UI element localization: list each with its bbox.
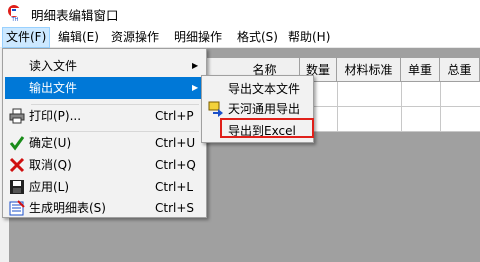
submenu-arrow-icon: ▶ (192, 61, 199, 70)
menu-item-label: 确定(U) (29, 136, 72, 150)
grid-header-total-weight[interactable]: 总重 (440, 58, 480, 82)
window-title: 明细表编辑窗口 (31, 8, 119, 23)
menu-item-shortcut: Ctrl+P (155, 109, 194, 123)
highlight-annotation-box (220, 118, 314, 138)
file-menu-item-import[interactable]: 读入文件 ▶ (5, 55, 204, 77)
menu-detail-ops[interactable]: 明细操作 (171, 27, 225, 48)
export-item-tianhe[interactable]: 天河通用导出 (204, 98, 311, 120)
grid-col-line (440, 82, 441, 132)
file-menu-item-apply[interactable]: 应用(L) Ctrl+L (5, 176, 204, 198)
menu-item-label: 天河通用导出 (228, 102, 301, 116)
export-item-text-file[interactable]: 导出文本文件 (204, 78, 311, 100)
grid-header-unit-weight[interactable]: 单重 (401, 58, 440, 82)
menu-format[interactable]: 格式(S) (234, 27, 281, 48)
menu-edit[interactable]: 编辑(E) (55, 27, 102, 48)
title-bar: TH 明细表编辑窗口 (0, 0, 480, 27)
generate-icon (9, 200, 25, 216)
menu-help[interactable]: 帮助(H) (285, 27, 333, 48)
app-logo-icon: TH (8, 5, 20, 22)
menu-file[interactable]: 文件(F) (2, 27, 51, 48)
menu-resource-ops[interactable]: 资源操作 (108, 27, 162, 48)
cancel-icon (9, 157, 25, 173)
menu-item-label: 读入文件 (29, 59, 78, 73)
menu-item-shortcut: Ctrl+Q (155, 158, 196, 172)
file-menu-dropdown: 读入文件 ▶ 输出文件 ▶ 打印(P)... Ctrl+P 确定(U) Ctrl… (2, 48, 207, 218)
file-menu-item-cancel[interactable]: 取消(Q) Ctrl+Q (5, 154, 204, 176)
menu-item-label: 取消(Q) (29, 158, 72, 172)
svg-text:TH: TH (11, 17, 19, 22)
printer-icon (9, 108, 25, 124)
file-menu-item-generate[interactable]: 生成明细表(S) Ctrl+S (5, 197, 204, 219)
file-menu-item-ok[interactable]: 确定(U) Ctrl+U (5, 132, 204, 154)
menu-item-label: 生成明细表(S) (29, 201, 106, 215)
menubar: 文件(F) 编辑(E) 资源操作 明细操作 格式(S) 帮助(H) (0, 27, 480, 48)
menu-item-shortcut: Ctrl+U (155, 136, 196, 150)
file-menu-item-print[interactable]: 打印(P)... Ctrl+P (5, 105, 204, 127)
check-icon (9, 136, 25, 151)
submenu-arrow-icon: ▶ (192, 83, 199, 92)
menu-item-label: 应用(L) (29, 180, 70, 194)
menu-item-label: 打印(P)... (29, 109, 82, 123)
grid-col-line (337, 82, 338, 132)
menu-item-shortcut: Ctrl+L (155, 180, 194, 194)
grid-header-material-standard[interactable]: 材料标准 (337, 58, 401, 82)
file-menu-item-export[interactable]: 输出文件 ▶ (5, 77, 204, 99)
grid-col-line (401, 82, 402, 132)
menu-item-label: 导出文本文件 (228, 82, 301, 96)
export-icon (208, 101, 223, 117)
menu-item-label: 输出文件 (29, 81, 78, 95)
menu-item-shortcut: Ctrl+S (155, 201, 195, 215)
save-icon (10, 180, 24, 194)
